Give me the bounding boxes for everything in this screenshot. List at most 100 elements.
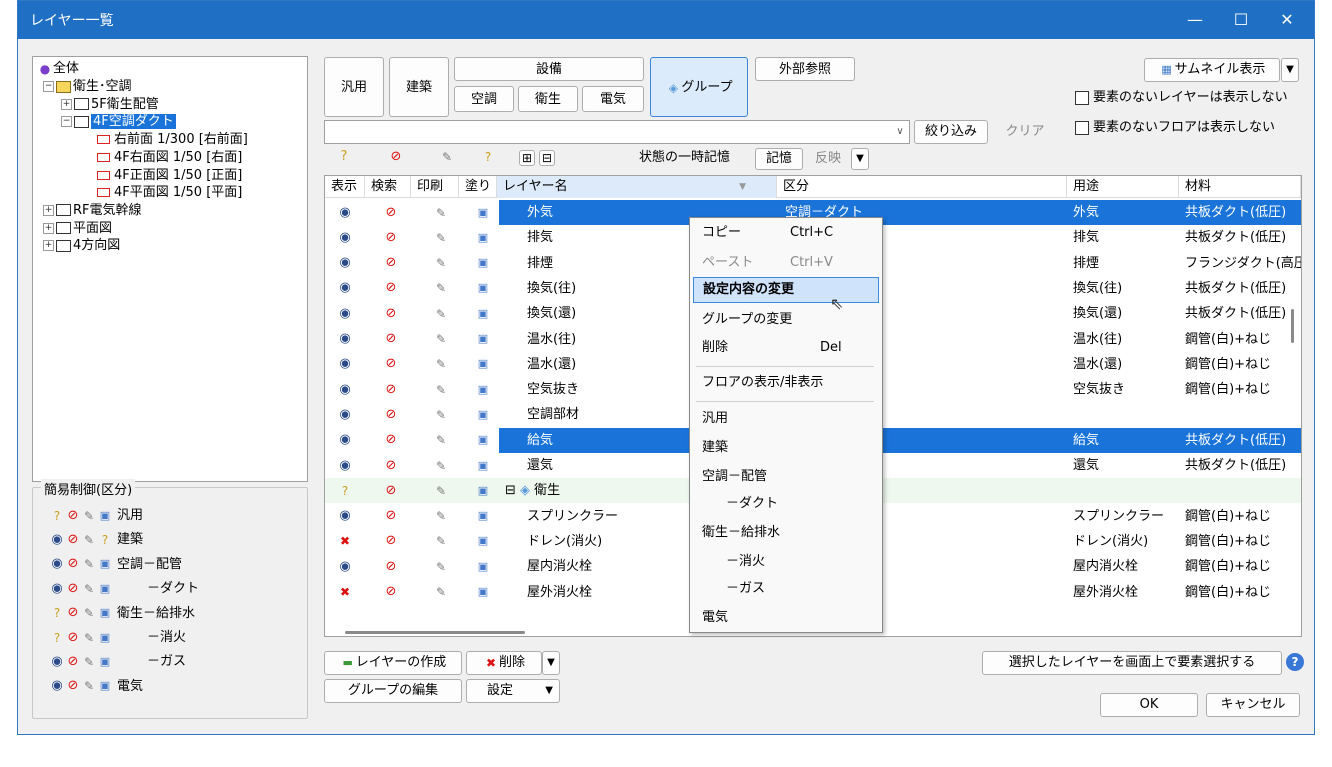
search-toggle-icon[interactable]: ⊘ [65, 630, 81, 646]
eye-icon[interactable]: ◉ [337, 458, 353, 474]
search-toggle-icon[interactable]: ⊘ [383, 230, 399, 246]
menu-sanitary-water[interactable]: 衛生－給排水 [690, 520, 878, 546]
delete-dropdown-button[interactable]: ▼ [542, 651, 560, 675]
search-toggle-icon[interactable]: ⊘ [383, 331, 399, 347]
tree-node[interactable]: 4F正面図 1/50 [正面] [97, 167, 242, 185]
settings-dropdown-icon[interactable]: ▼ [545, 680, 553, 702]
hidden-eye-icon[interactable]: ✖ [337, 533, 353, 549]
eye-icon[interactable]: ◉ [337, 407, 353, 423]
search-toggle-icon[interactable]: ⊘ [65, 605, 81, 621]
print-toggle-icon[interactable]: ✎ [81, 654, 97, 670]
narrow-button[interactable]: 絞り込み [914, 120, 988, 144]
search-toggle-icon[interactable]: ⊘ [65, 508, 81, 524]
simple-control-item[interactable]: ? ⊘ ✎ ▣ 汎用 [49, 506, 143, 526]
eye-icon[interactable]: ◉ [49, 581, 65, 597]
menu-hvac-pipe[interactable]: 空調－配管 [690, 464, 878, 490]
reflect-dropdown-button[interactable]: ▼ [851, 148, 869, 170]
search-all-icon[interactable]: ⊘ [388, 149, 404, 165]
search-toggle-icon[interactable]: ⊘ [383, 483, 399, 499]
collapse-icon[interactable]: − [61, 116, 72, 128]
fill-toggle-icon[interactable]: ▣ [97, 508, 113, 524]
fill-toggle-icon[interactable]: ▣ [475, 280, 491, 296]
expand-icon[interactable]: + [61, 98, 72, 110]
fill-toggle-icon[interactable]: ▣ [97, 556, 113, 572]
header-name[interactable]: レイヤー名 ▼ [497, 176, 777, 198]
print-toggle-icon[interactable]: ✎ [433, 382, 449, 398]
hide-empty-layers-checkbox[interactable] [1075, 90, 1089, 105]
search-toggle-icon[interactable]: ⊘ [383, 508, 399, 524]
hide-empty-floors-checkbox[interactable] [1075, 120, 1089, 135]
fill-toggle-icon[interactable]: ▣ [475, 306, 491, 322]
eye-icon[interactable]: ◉ [337, 356, 353, 372]
vertical-scrollbar-thumb[interactable] [1291, 309, 1294, 343]
fill-toggle-icon[interactable]: ▣ [97, 678, 113, 694]
header-fill[interactable]: 塗り [459, 176, 497, 198]
header-show[interactable]: 表示 [325, 176, 365, 198]
print-toggle-icon[interactable]: ✎ [433, 280, 449, 296]
menu-paste[interactable]: ペースト Ctrl+V [690, 250, 878, 276]
menu-electric[interactable]: 電気 [690, 605, 878, 631]
fill-all-icon[interactable]: ? [480, 149, 496, 165]
tree-node[interactable]: 4F右面図 1/50 [右面] [97, 149, 242, 167]
search-toggle-icon[interactable]: ⊘ [65, 581, 81, 597]
eye-icon[interactable]: ◉ [337, 559, 353, 575]
header-class[interactable]: 区分 [777, 176, 1067, 198]
search-toggle-icon[interactable]: ⊘ [383, 432, 399, 448]
search-toggle-icon[interactable]: ⊘ [65, 678, 81, 694]
print-toggle-icon[interactable]: ✎ [433, 356, 449, 372]
filter-input[interactable] [324, 120, 910, 144]
header-material[interactable]: 材料 [1179, 176, 1301, 198]
search-toggle-icon[interactable]: ⊘ [383, 458, 399, 474]
print-toggle-icon[interactable]: ✎ [81, 630, 97, 646]
print-toggle-icon[interactable]: ✎ [81, 508, 97, 524]
print-all-icon[interactable]: ✎ [439, 149, 455, 165]
equipment-category-button[interactable]: 設備 [454, 57, 644, 81]
search-toggle-icon[interactable]: ⊘ [383, 382, 399, 398]
reflect-button[interactable]: 反映 [807, 148, 849, 170]
print-toggle-icon[interactable]: ✎ [433, 559, 449, 575]
eye-icon[interactable]: ◉ [337, 382, 353, 398]
mixed-visibility-icon[interactable]: ? [49, 630, 65, 646]
print-toggle-icon[interactable]: ✎ [81, 605, 97, 621]
print-toggle-icon[interactable]: ✎ [433, 407, 449, 423]
simple-control-item[interactable]: ◉ ⊘ ✎ ▣ －ガス [49, 652, 186, 672]
eye-icon[interactable]: ◉ [337, 280, 353, 296]
print-toggle-icon[interactable]: ✎ [81, 556, 97, 572]
close-button[interactable]: ✕ [1264, 1, 1310, 39]
tree-node[interactable]: 4F平面図 1/50 [平面] [97, 184, 242, 202]
create-layer-button[interactable]: ▬ レイヤーの作成 [324, 651, 462, 675]
menu-copy[interactable]: コピー Ctrl+C [690, 220, 878, 246]
print-toggle-icon[interactable]: ✎ [433, 533, 449, 549]
tree-node[interactable]: + 平面図 [43, 220, 112, 238]
mixed-visibility-icon[interactable]: ? [337, 483, 353, 499]
fill-toggle-icon[interactable]: ▣ [475, 508, 491, 524]
expand-icon[interactable]: + [43, 222, 54, 234]
hide-empty-floors-option[interactable]: 要素のないフロアは表示しない [1075, 118, 1275, 138]
collapse-all-button[interactable]: ⊟ [539, 150, 555, 166]
tree-node[interactable]: − 衛生･空調 [43, 78, 132, 96]
eye-icon[interactable]: ◉ [337, 306, 353, 322]
tree-node[interactable]: +4方向図 [43, 237, 120, 255]
settings-button[interactable]: 設定 ▼ [466, 679, 560, 703]
help-icon[interactable]: ? [1286, 653, 1304, 671]
header-print[interactable]: 印刷 [411, 176, 459, 198]
fill-toggle-icon[interactable]: ▣ [475, 407, 491, 423]
edit-group-button[interactable]: グループの編集 [324, 679, 462, 703]
print-toggle-icon[interactable]: ✎ [433, 584, 449, 600]
floor-tree-panel[interactable]: ● 全体 − 衛生･空調 +5F衛生配管 −4F空調ダクト 右前面 1/300 [右前面]… [32, 56, 308, 482]
fill-toggle-icon[interactable]: ▣ [475, 382, 491, 398]
search-toggle-icon[interactable]: ⊘ [383, 255, 399, 271]
menu-delete[interactable]: 削除 Del [690, 335, 878, 361]
tree-root[interactable]: ● 全体 [37, 60, 79, 78]
thumbnail-dropdown-button[interactable]: ▼ [1281, 58, 1299, 82]
fill-toggle-icon[interactable]: ▣ [475, 230, 491, 246]
search-toggle-icon[interactable]: ⊘ [383, 584, 399, 600]
select-on-screen-button[interactable]: 選択したレイヤーを画面上で要素選択する [982, 651, 1282, 675]
memorize-button[interactable]: 記憶 [755, 148, 803, 170]
expand-icon[interactable]: + [43, 204, 54, 216]
fill-toggle-icon[interactable]: ▣ [97, 630, 113, 646]
search-toggle-icon[interactable]: ⊘ [383, 533, 399, 549]
search-toggle-icon[interactable]: ⊘ [383, 205, 399, 221]
fill-toggle-icon[interactable]: ▣ [475, 205, 491, 221]
search-toggle-icon[interactable]: ⊘ [65, 556, 81, 572]
